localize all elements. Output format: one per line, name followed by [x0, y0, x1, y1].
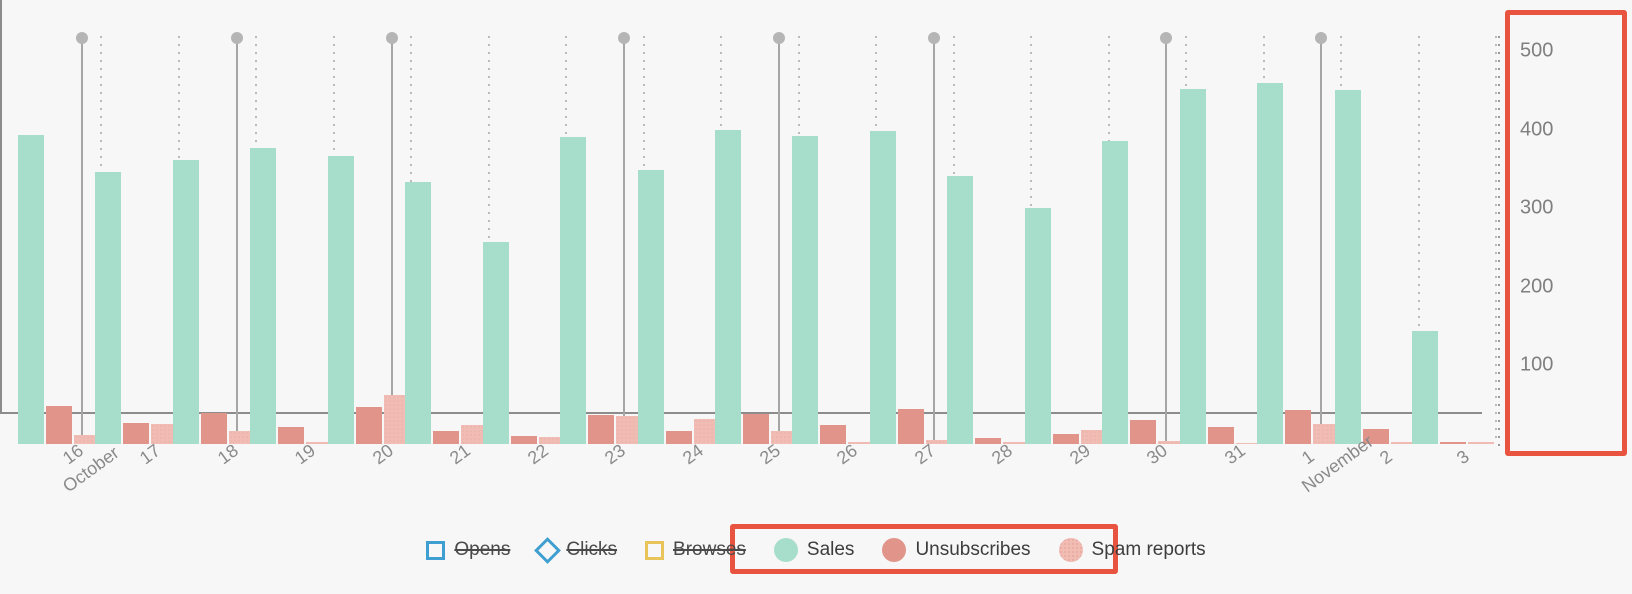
bar-sales[interactable] [637, 170, 664, 444]
bar-sales[interactable] [792, 135, 819, 444]
bar-unsubscribes[interactable] [743, 414, 769, 444]
y-axis-tick-label: 300 [1520, 196, 1554, 219]
bar-unsubscribes[interactable] [975, 437, 1002, 444]
bar-group[interactable] [1179, 0, 1262, 444]
bar-unsubscribes[interactable] [820, 425, 847, 444]
bar-sales[interactable] [1257, 83, 1284, 444]
circle-icon [882, 538, 907, 562]
legend-item-unsubscribes[interactable]: Unsubscribes [868, 538, 1044, 562]
bar-group[interactable] [715, 0, 797, 444]
analytics-bar-chart: 500 400 300 200 100 16 17 18 19 20 21 22 23 24 25 26 27… [0, 0, 1632, 594]
y-axis-tick-label: 500 [1520, 39, 1554, 62]
circle-dotted-icon [1058, 538, 1083, 562]
y-axis-tick-label: 400 [1520, 118, 1554, 141]
square-outline-icon [645, 540, 665, 560]
y-axis-left-stub [0, 0, 2, 412]
bar-group[interactable] [327, 0, 410, 444]
bar-unsubscribes[interactable] [1207, 426, 1234, 444]
bar-unsubscribes[interactable] [45, 406, 72, 444]
bar-group[interactable] [1412, 0, 1495, 444]
chart-legend: Opens Clicks Browses Sales Unsubscribes Spam … [0, 522, 1632, 578]
bar-sales[interactable] [482, 242, 509, 444]
legend-item-label: Clicks [566, 539, 618, 560]
plot-area [0, 0, 1632, 460]
legend-item-sales[interactable]: Sales [760, 538, 869, 562]
legend-item-spam-reports[interactable]: Spam reports [1045, 538, 1220, 562]
x-axis-tick-label: 3 [1453, 446, 1474, 469]
x-axis-labels: 16 17 18 19 20 21 22 23 24 25 26 27 28 29 30 31 1 2 3 Octob… [0, 431, 1632, 516]
bar-unsubscribes[interactable] [897, 409, 924, 444]
y-axis-dotted-line [1498, 36, 1500, 446]
bar-unsubscribes[interactable] [1052, 433, 1079, 444]
bar-unsubscribes[interactable] [1130, 420, 1157, 444]
bar-unsubscribes[interactable] [510, 436, 537, 444]
bar-sales[interactable] [947, 175, 974, 444]
bar-group[interactable] [405, 0, 488, 444]
bar-sales[interactable] [1179, 88, 1206, 444]
bar-group[interactable] [869, 0, 952, 444]
bar-sales[interactable] [95, 172, 122, 444]
bar-group[interactable] [637, 0, 720, 444]
y-axis-tick-label: 100 [1520, 353, 1554, 376]
legend-item-label: Spam reports [1091, 539, 1206, 560]
bar-group[interactable] [947, 0, 1030, 444]
bar-group[interactable] [1024, 0, 1107, 444]
bar-sales[interactable] [1334, 90, 1361, 444]
legend-item-browses[interactable]: Browses [631, 539, 760, 561]
bar-sales[interactable] [1412, 330, 1439, 444]
bar-unsubscribes[interactable] [433, 431, 460, 444]
legend-item-opens[interactable]: Opens [412, 539, 524, 561]
bar-unsubscribes[interactable] [1440, 441, 1467, 444]
bar-group[interactable] [172, 0, 255, 444]
y-axis-labels: 500 400 300 200 100 [1508, 0, 1618, 460]
bar-group[interactable] [250, 0, 333, 444]
bar-sales[interactable] [405, 182, 432, 444]
bar-group[interactable] [1334, 0, 1417, 444]
legend-item-label: Opens [454, 539, 511, 560]
bar-unsubscribes[interactable] [123, 422, 150, 444]
bar-group[interactable] [95, 0, 178, 444]
bar-group[interactable] [792, 0, 875, 444]
bar-sales[interactable] [1102, 140, 1129, 444]
legend-item-clicks[interactable]: Clicks [524, 536, 631, 564]
y-axis-tick-label: 200 [1520, 275, 1554, 298]
bar-unsubscribes[interactable] [588, 414, 615, 444]
diamond-outline-icon [534, 536, 562, 564]
gridline [1495, 36, 1497, 444]
x-axis-tick-label: 2 [1375, 446, 1396, 469]
bar-unsubscribes[interactable] [200, 412, 227, 444]
bar-sales[interactable] [327, 155, 354, 444]
bar-sales[interactable] [172, 160, 199, 444]
bar-sales[interactable] [715, 129, 741, 444]
legend-item-label: Browses [673, 539, 746, 560]
bar-sales[interactable] [17, 135, 44, 444]
bar-group[interactable] [482, 0, 565, 444]
bar-unsubscribes[interactable] [1285, 410, 1312, 444]
legend-item-label: Sales [806, 539, 855, 560]
bar-spam-reports[interactable] [1468, 442, 1495, 444]
bar-unsubscribes[interactable] [278, 426, 305, 444]
bar-group[interactable] [560, 0, 643, 444]
bar-group[interactable] [1102, 0, 1185, 444]
bar-sales[interactable] [869, 131, 896, 444]
bar-sales[interactable] [1024, 208, 1051, 444]
square-outline-icon [426, 540, 446, 560]
legend-item-label: Unsubscribes [915, 539, 1031, 560]
bar-group[interactable] [1257, 0, 1340, 444]
bar-sales[interactable] [560, 137, 587, 444]
bar-unsubscribes[interactable] [665, 431, 692, 444]
circle-icon [773, 538, 798, 562]
bar-unsubscribes[interactable] [355, 407, 382, 444]
bar-sales[interactable] [250, 148, 277, 444]
bar-group[interactable] [17, 0, 100, 444]
